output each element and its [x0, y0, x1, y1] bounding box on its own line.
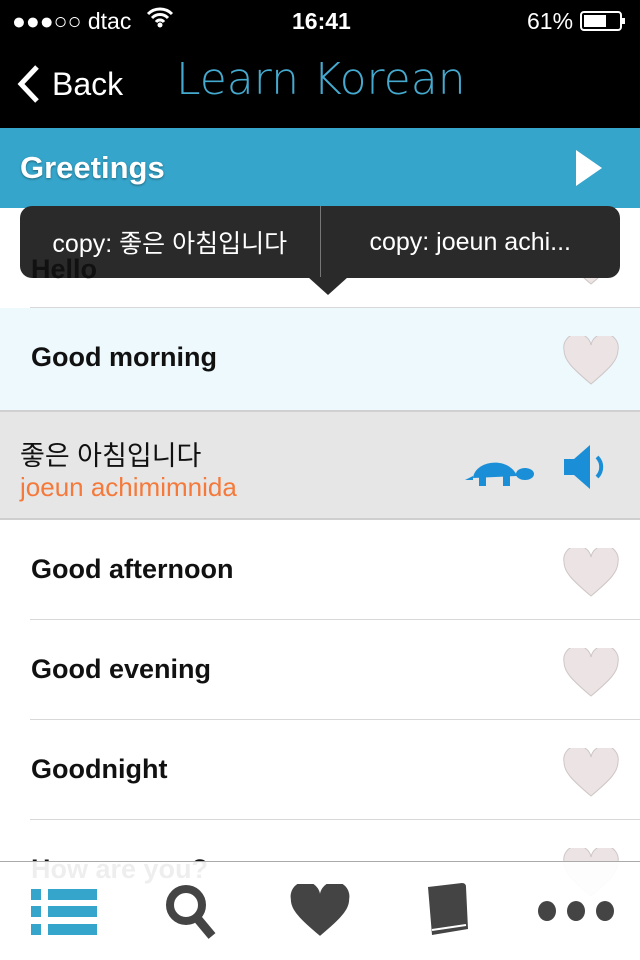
list-icon — [31, 889, 97, 935]
heart-icon[interactable] — [562, 748, 620, 798]
battery-icon — [580, 10, 626, 37]
heart-icon[interactable] — [562, 336, 620, 386]
wifi-icon — [146, 6, 174, 34]
heart-icon[interactable] — [562, 648, 620, 698]
item-label: Good morning — [31, 342, 217, 372]
section-title: Greetings — [20, 150, 165, 185]
item-label: Goodnight — [31, 754, 168, 784]
clock: 16:41 — [292, 8, 351, 34]
menu-arrow — [308, 277, 348, 295]
list-item[interactable]: Goodnight — [0, 720, 640, 820]
list-item-selected[interactable]: Good morning — [0, 308, 640, 410]
tab-bar — [0, 861, 640, 960]
heart-icon[interactable] — [562, 548, 620, 598]
page-title: Learn Korean — [176, 54, 466, 105]
chevron-left-icon — [17, 65, 39, 103]
speaker-icon[interactable] — [562, 442, 614, 492]
list-item[interactable]: Good evening — [0, 620, 640, 720]
copy-romanization-button[interactable]: copy: joeun achi... — [321, 206, 621, 278]
search-icon — [166, 885, 216, 939]
battery-percent: 61% — [527, 8, 574, 34]
romanization-text[interactable]: joeun achimimnida — [20, 472, 237, 503]
carrier: ●●●○○ dtac — [12, 8, 132, 34]
tab-favorites[interactable] — [280, 871, 360, 951]
item-label: Good evening — [31, 654, 212, 684]
back-button[interactable]: Back — [16, 64, 123, 104]
tab-list[interactable] — [24, 871, 104, 951]
more-icon — [538, 901, 614, 921]
play-icon[interactable] — [576, 150, 602, 186]
back-label: Back — [52, 65, 124, 102]
item-label: Good afternoon — [31, 554, 234, 584]
tab-more[interactable] — [536, 871, 616, 951]
tab-search[interactable] — [152, 871, 232, 951]
navigation-bar: Back Learn Korean — [0, 40, 640, 128]
status-bar: ●●●○○ dtac 16:41 61% — [0, 0, 640, 40]
book-icon — [428, 883, 468, 935]
item-label[interactable]: Hello — [31, 254, 97, 285]
heart-icon — [290, 884, 350, 936]
tab-book[interactable] — [408, 871, 488, 951]
turtle-slow-play-icon[interactable] — [465, 452, 535, 488]
phrase-detail: 좋은 아침입니다 joeun achimimnida — [0, 410, 640, 520]
section-header[interactable]: Greetings — [0, 128, 640, 208]
korean-text[interactable]: 좋은 아침입니다 — [20, 434, 201, 473]
list-item[interactable]: Good afternoon — [0, 520, 640, 620]
copy-menu: copy: 좋은 아침입니다 copy: joeun achi... — [20, 206, 620, 278]
